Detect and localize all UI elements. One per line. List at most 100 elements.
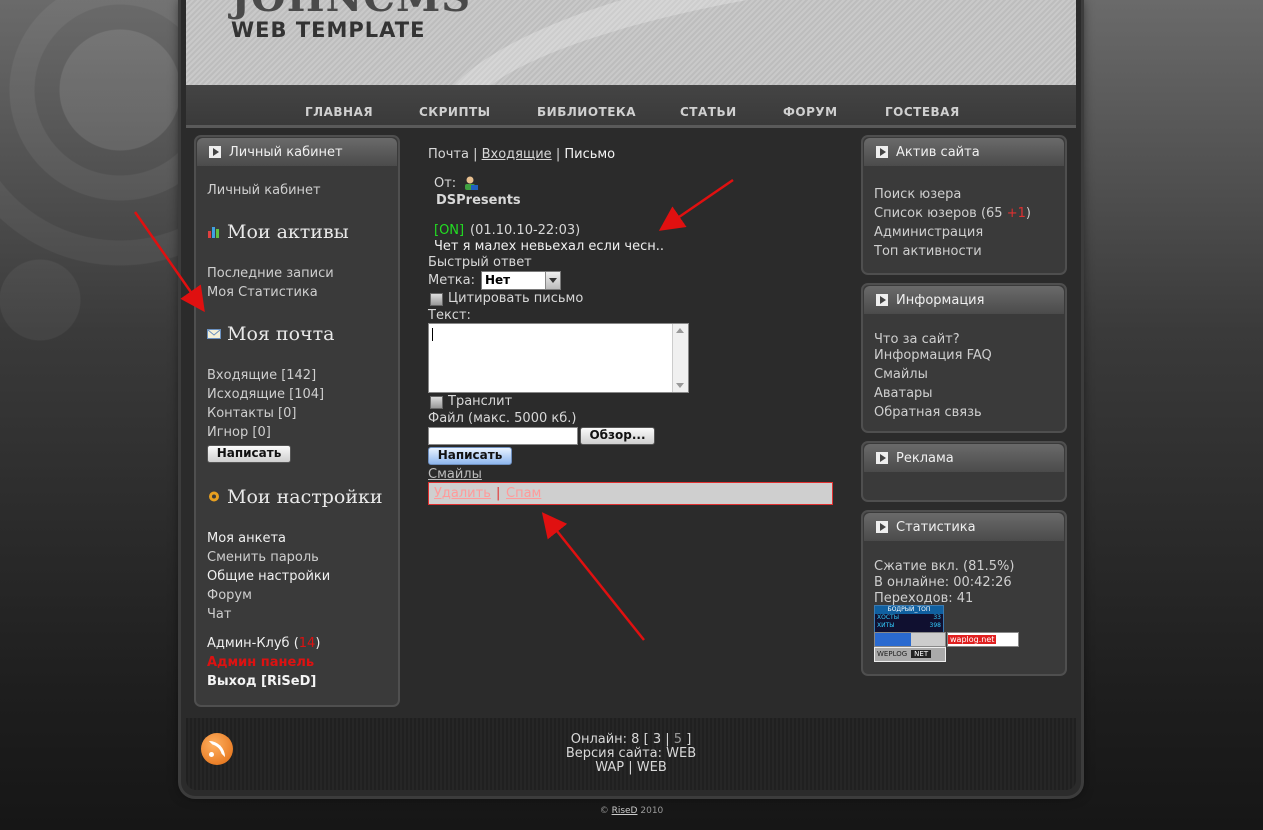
file-input[interactable] bbox=[428, 427, 578, 445]
mail-item-ignore[interactable]: Игнор [0] bbox=[207, 425, 271, 440]
info-about[interactable]: Что за сайт? bbox=[874, 332, 960, 347]
label-select[interactable]: Нет bbox=[481, 271, 561, 290]
admin-club-label: Админ-Клуб ( bbox=[207, 636, 299, 651]
message-date: (01.10.10-22:03) bbox=[470, 223, 581, 238]
info-header: Информация bbox=[864, 286, 1064, 314]
nav-articles[interactable]: СТАТЬИ bbox=[680, 105, 737, 119]
text-cursor bbox=[432, 328, 433, 341]
activity-top[interactable]: Топ активности bbox=[874, 244, 982, 259]
arrow-right-icon bbox=[876, 521, 888, 533]
blue-counter-banner[interactable] bbox=[874, 632, 946, 647]
chevron-down-icon[interactable] bbox=[545, 272, 560, 289]
envelope-icon bbox=[207, 329, 221, 339]
admin-club-close: ) bbox=[315, 636, 321, 651]
arrow-right-icon bbox=[876, 452, 888, 464]
activity-user-list[interactable]: Список юзеров (65 +1) bbox=[874, 206, 1031, 221]
mail-item-contacts[interactable]: Контакты [0] bbox=[207, 406, 296, 421]
online-prefix: Онлайн: 8 [ bbox=[570, 732, 649, 747]
smiles-link[interactable]: Смайлы bbox=[428, 467, 482, 482]
quote-label: Цитировать письмо bbox=[448, 291, 584, 306]
text-label: Текст: bbox=[428, 308, 471, 323]
settings-item-general[interactable]: Общие настройки bbox=[207, 569, 330, 584]
stats-title: Статистика bbox=[896, 519, 976, 535]
quick-reply-label: Быстрый ответ bbox=[428, 255, 532, 270]
mail-title: Моя почта bbox=[227, 323, 335, 345]
message-textarea[interactable] bbox=[428, 323, 689, 393]
cabinet-link[interactable]: Личный кабинет bbox=[207, 183, 321, 198]
stats-online-time: В онлайне: 00:42:26 bbox=[874, 575, 1012, 590]
write-mail-button[interactable]: Написать bbox=[207, 445, 291, 463]
settings-item-password[interactable]: Сменить пароль bbox=[207, 550, 319, 565]
scroll-up-icon[interactable] bbox=[676, 328, 684, 333]
weplog-banner[interactable]: WEPLOG NET bbox=[874, 647, 946, 662]
from-name[interactable]: DSPresents bbox=[436, 193, 521, 208]
main-navigation: ГЛАВНАЯ СКРИПТЫ БИБЛИОТЕКА СТАТЬИ ФОРУМ … bbox=[186, 85, 1076, 128]
file-label: Файл (макс. 5000 кб.) bbox=[428, 411, 577, 426]
mail-item-outbox[interactable]: Исходящие [104] bbox=[207, 387, 324, 402]
nav-scripts[interactable]: СКРИПТЫ bbox=[419, 105, 491, 119]
footer-info: Онлайн: 8 [ 3 | 5 ] Версия сайта: WEB WA… bbox=[186, 733, 1076, 775]
assets-item-stats[interactable]: Моя Статистика bbox=[207, 285, 318, 300]
info-feedback[interactable]: Обратная связь bbox=[874, 405, 982, 420]
waplog-label: waplog.net bbox=[948, 635, 997, 644]
info-smiles[interactable]: Смайлы bbox=[874, 367, 928, 382]
online-status: [ON] bbox=[434, 223, 465, 238]
site-subtitle: WEB TEMPLATE bbox=[231, 18, 426, 42]
assets-item-recent[interactable]: Последние записи bbox=[207, 266, 334, 281]
admin-club-link[interactable]: Админ-Клуб (14) bbox=[207, 636, 320, 651]
nav-guestbook[interactable]: ГОСТЕВАЯ bbox=[885, 105, 960, 119]
copyright-author[interactable]: RiseD bbox=[612, 806, 638, 816]
info-avatars[interactable]: Аватары bbox=[874, 386, 933, 401]
scroll-down-icon[interactable] bbox=[676, 383, 684, 388]
mode-web-link[interactable]: WEB bbox=[637, 760, 667, 775]
browse-button[interactable]: Обзор... bbox=[580, 427, 655, 445]
submit-button[interactable]: Написать bbox=[428, 447, 512, 465]
info-faq[interactable]: Информация FAQ bbox=[874, 348, 992, 363]
translit-checkbox[interactable] bbox=[430, 396, 443, 409]
online-suffix: ] bbox=[686, 732, 692, 747]
main-content: Почта | Входящие | Письмо От: DSPresents… bbox=[428, 140, 848, 520]
banner-hosts-value: 33 bbox=[933, 614, 941, 621]
nav-forum[interactable]: ФОРУМ bbox=[783, 105, 838, 119]
banner-top-title: БОДРЫЙ_ТОП bbox=[875, 606, 943, 614]
banner-hits-row: ХИТЫ 398 bbox=[875, 622, 943, 630]
activity-user-search[interactable]: Поиск юзера bbox=[874, 187, 961, 202]
logout-link[interactable]: Выход [RiSeD] bbox=[207, 674, 316, 689]
admin-club-count: 14 bbox=[298, 636, 316, 651]
online-count-a[interactable]: 3 bbox=[653, 732, 661, 747]
cabinet-title: Личный кабинет bbox=[229, 144, 343, 160]
activity-administration[interactable]: Администрация bbox=[874, 225, 983, 240]
message-text: Чет я малех невьехал если чесн.. bbox=[434, 239, 665, 254]
online-count-b[interactable]: 5 bbox=[674, 732, 682, 747]
translit-label: Транслит bbox=[448, 394, 513, 409]
spam-link[interactable]: Спам bbox=[506, 486, 541, 501]
ads-title: Реклама bbox=[896, 450, 954, 466]
actions-sep: | bbox=[496, 486, 501, 501]
breadcrumb-inbox[interactable]: Входящие bbox=[482, 147, 552, 162]
settings-item-chat[interactable]: Чат bbox=[207, 607, 231, 622]
activity-title: Актив сайта bbox=[896, 144, 980, 160]
waplog-banner[interactable]: waplog.net bbox=[947, 632, 1019, 647]
settings-item-forum[interactable]: Форум bbox=[207, 588, 252, 603]
stats-box: Статистика Сжатие вкл. (81.5%) В онлайне… bbox=[861, 510, 1067, 676]
breadcrumb-sep: | bbox=[473, 147, 482, 162]
nav-home[interactable]: ГЛАВНАЯ bbox=[305, 105, 373, 119]
settings-item-profile[interactable]: Моя анкета bbox=[207, 531, 286, 546]
footer-online: Онлайн: 8 [ 3 | 5 ] bbox=[186, 733, 1076, 747]
left-sidebar: Личный кабинет Личный кабинет Мои активы… bbox=[194, 135, 400, 707]
delete-link[interactable]: Удалить bbox=[434, 486, 491, 501]
textarea-scrollbar[interactable] bbox=[672, 324, 688, 392]
weplog-net: NET bbox=[911, 650, 932, 658]
cabinet-header: Личный кабинет bbox=[197, 138, 397, 166]
ads-header: Реклама bbox=[864, 444, 1064, 472]
footer-modes: WAP | WEB bbox=[595, 760, 667, 775]
header-decoration bbox=[424, 0, 1076, 85]
breadcrumb-mail[interactable]: Почта bbox=[428, 147, 469, 162]
admin-panel-link[interactable]: Админ панель bbox=[207, 655, 314, 670]
from-label: От: bbox=[434, 176, 457, 191]
mail-item-inbox[interactable]: Входящие [142] bbox=[207, 368, 316, 383]
top-counter-banner[interactable]: БОДРЫЙ_ТОП ХОСТЫ 33 ХИТЫ 398 bbox=[874, 605, 944, 633]
quote-checkbox[interactable] bbox=[430, 293, 443, 306]
mode-wap-link[interactable]: WAP bbox=[595, 760, 624, 775]
nav-library[interactable]: БИБЛИОТЕКА bbox=[537, 105, 636, 119]
